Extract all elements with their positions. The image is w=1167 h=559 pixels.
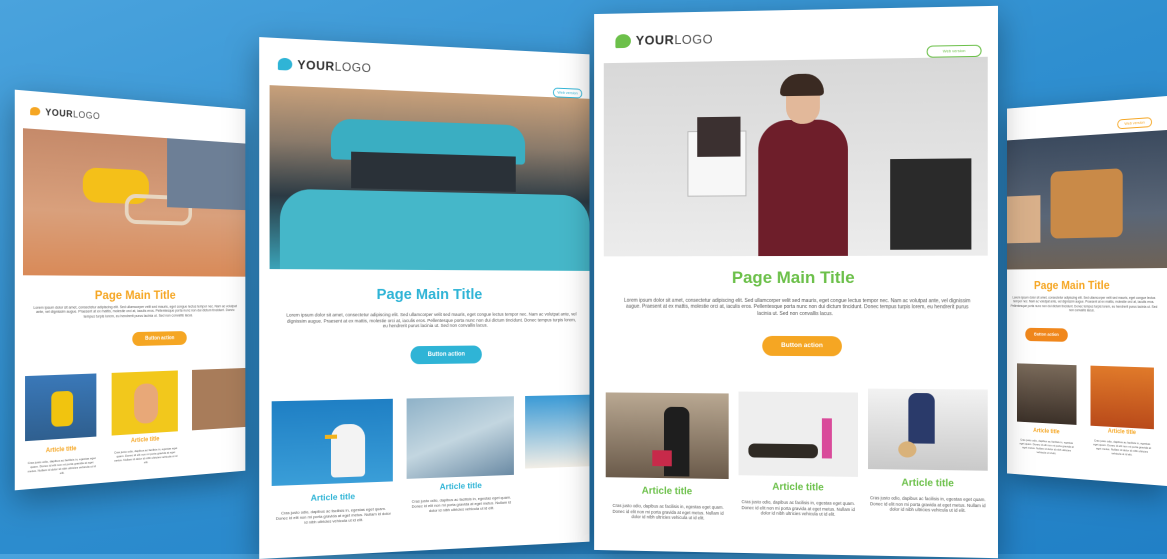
article-thumb-beach bbox=[525, 394, 590, 469]
woman-coat bbox=[758, 119, 848, 257]
article-title: Article title bbox=[310, 490, 356, 503]
action-button[interactable]: Button action bbox=[410, 345, 482, 365]
hero-image-shopping bbox=[603, 56, 988, 257]
article-thumb-1 bbox=[25, 373, 97, 442]
article-title: Article title bbox=[1033, 428, 1060, 436]
intro-text: Lorem ipsum dolor sit amet, consectetur … bbox=[33, 304, 237, 319]
template-preview-orange-right: Web version Page Main Title Lorem ipsum … bbox=[1007, 96, 1167, 486]
logo-mark-icon bbox=[30, 106, 41, 116]
template-preview-orange: YOUR LOGO Page Main Title Lorem ipsum dol… bbox=[14, 89, 246, 491]
article-title: Article title bbox=[772, 481, 824, 494]
logo: YOUR LOGO bbox=[30, 106, 101, 122]
template-preview-blue: YOUR LOGO Web version Page Main Title Lor… bbox=[259, 37, 590, 559]
intro-text: Lorem ipsum dolor sit amet, consectetur … bbox=[286, 311, 577, 329]
article-text: Cras justo odio, dapibus ac facilisis in… bbox=[741, 499, 855, 518]
woman-hair bbox=[780, 73, 824, 97]
shopping-bag bbox=[697, 116, 741, 157]
article-text: Cras justo odio, dapibus ac facilisis in… bbox=[275, 505, 391, 526]
article-title: Article title bbox=[901, 477, 954, 490]
article-thumb-2 bbox=[1090, 365, 1154, 430]
article-title: Article title bbox=[130, 436, 160, 445]
logo-bold: YOUR bbox=[635, 32, 675, 48]
article-text: Cras justo odio, dapibus ac facilisis in… bbox=[612, 502, 724, 521]
template-preview-green: YOUR LOGO Web version Page Main Title Lor… bbox=[594, 5, 998, 559]
logo-light: LOGO bbox=[73, 109, 101, 122]
article-text: Cras justo odio, dapibus ac facilisis in… bbox=[870, 495, 986, 514]
article-thumb-chrome bbox=[406, 396, 514, 479]
intro-text: Lorem ipsum dolor sit amet, consectetur … bbox=[1010, 295, 1158, 313]
hero-image-sunglasses bbox=[22, 128, 246, 277]
logo: YOUR LOGO bbox=[277, 57, 372, 76]
action-button[interactable]: Button action bbox=[762, 335, 842, 357]
hero-image-car bbox=[269, 85, 590, 271]
article-text: Cras justo odio, dapibus ac facilisis in… bbox=[27, 455, 96, 475]
intro-text: Lorem ipsum dolor sit amet, consectetur … bbox=[623, 297, 971, 317]
logo-bold: YOUR bbox=[45, 106, 74, 120]
logo-light: LOGO bbox=[674, 31, 714, 48]
web-version-link[interactable]: Web version bbox=[926, 44, 982, 58]
article-title: Article title bbox=[1107, 428, 1136, 437]
article-title: Article title bbox=[439, 480, 482, 492]
article-thumb-3 bbox=[192, 367, 246, 431]
page-title: Page Main Title bbox=[376, 285, 483, 304]
hero-image-bag bbox=[1007, 130, 1167, 270]
article-text: Cras justo odio, dapibus ac facilisis in… bbox=[1093, 438, 1152, 457]
action-button[interactable]: Button action bbox=[132, 331, 187, 347]
shopping-bag bbox=[890, 158, 972, 250]
page-title: Page Main Title bbox=[731, 267, 855, 288]
article-text: Cras justo odio, dapibus ac facilisis in… bbox=[114, 446, 178, 465]
article-title: Article title bbox=[641, 485, 693, 498]
article-text: Cras justo odio, dapibus ac facilisis in… bbox=[411, 494, 512, 514]
car-hood bbox=[279, 188, 590, 271]
action-button[interactable]: Button action bbox=[1025, 327, 1068, 342]
article-thumb-3 bbox=[868, 388, 988, 471]
logo-light: LOGO bbox=[334, 59, 372, 76]
web-version-link[interactable]: Web version bbox=[1117, 117, 1153, 130]
page-title: Page Main Title bbox=[94, 287, 176, 303]
article-thumb-1 bbox=[605, 392, 729, 480]
car-windshield bbox=[351, 151, 516, 192]
article-thumb-2 bbox=[738, 391, 858, 477]
article-thumb-2 bbox=[111, 370, 178, 436]
article-text: Cras justo odio, dapibus ac facilisis in… bbox=[1019, 437, 1074, 455]
logo-mark-icon bbox=[277, 57, 293, 71]
logo: YOUR LOGO bbox=[615, 32, 713, 49]
hand bbox=[1007, 195, 1041, 244]
logo-mark-icon bbox=[615, 33, 631, 48]
leather-bag bbox=[1050, 168, 1123, 239]
person-legs bbox=[167, 138, 246, 211]
article-title: Article title bbox=[45, 446, 77, 455]
logo-bold: YOUR bbox=[297, 57, 335, 74]
article-thumb-1 bbox=[1016, 363, 1077, 425]
page-title: Page Main Title bbox=[1034, 278, 1110, 292]
article-thumb-seagull bbox=[271, 398, 393, 486]
